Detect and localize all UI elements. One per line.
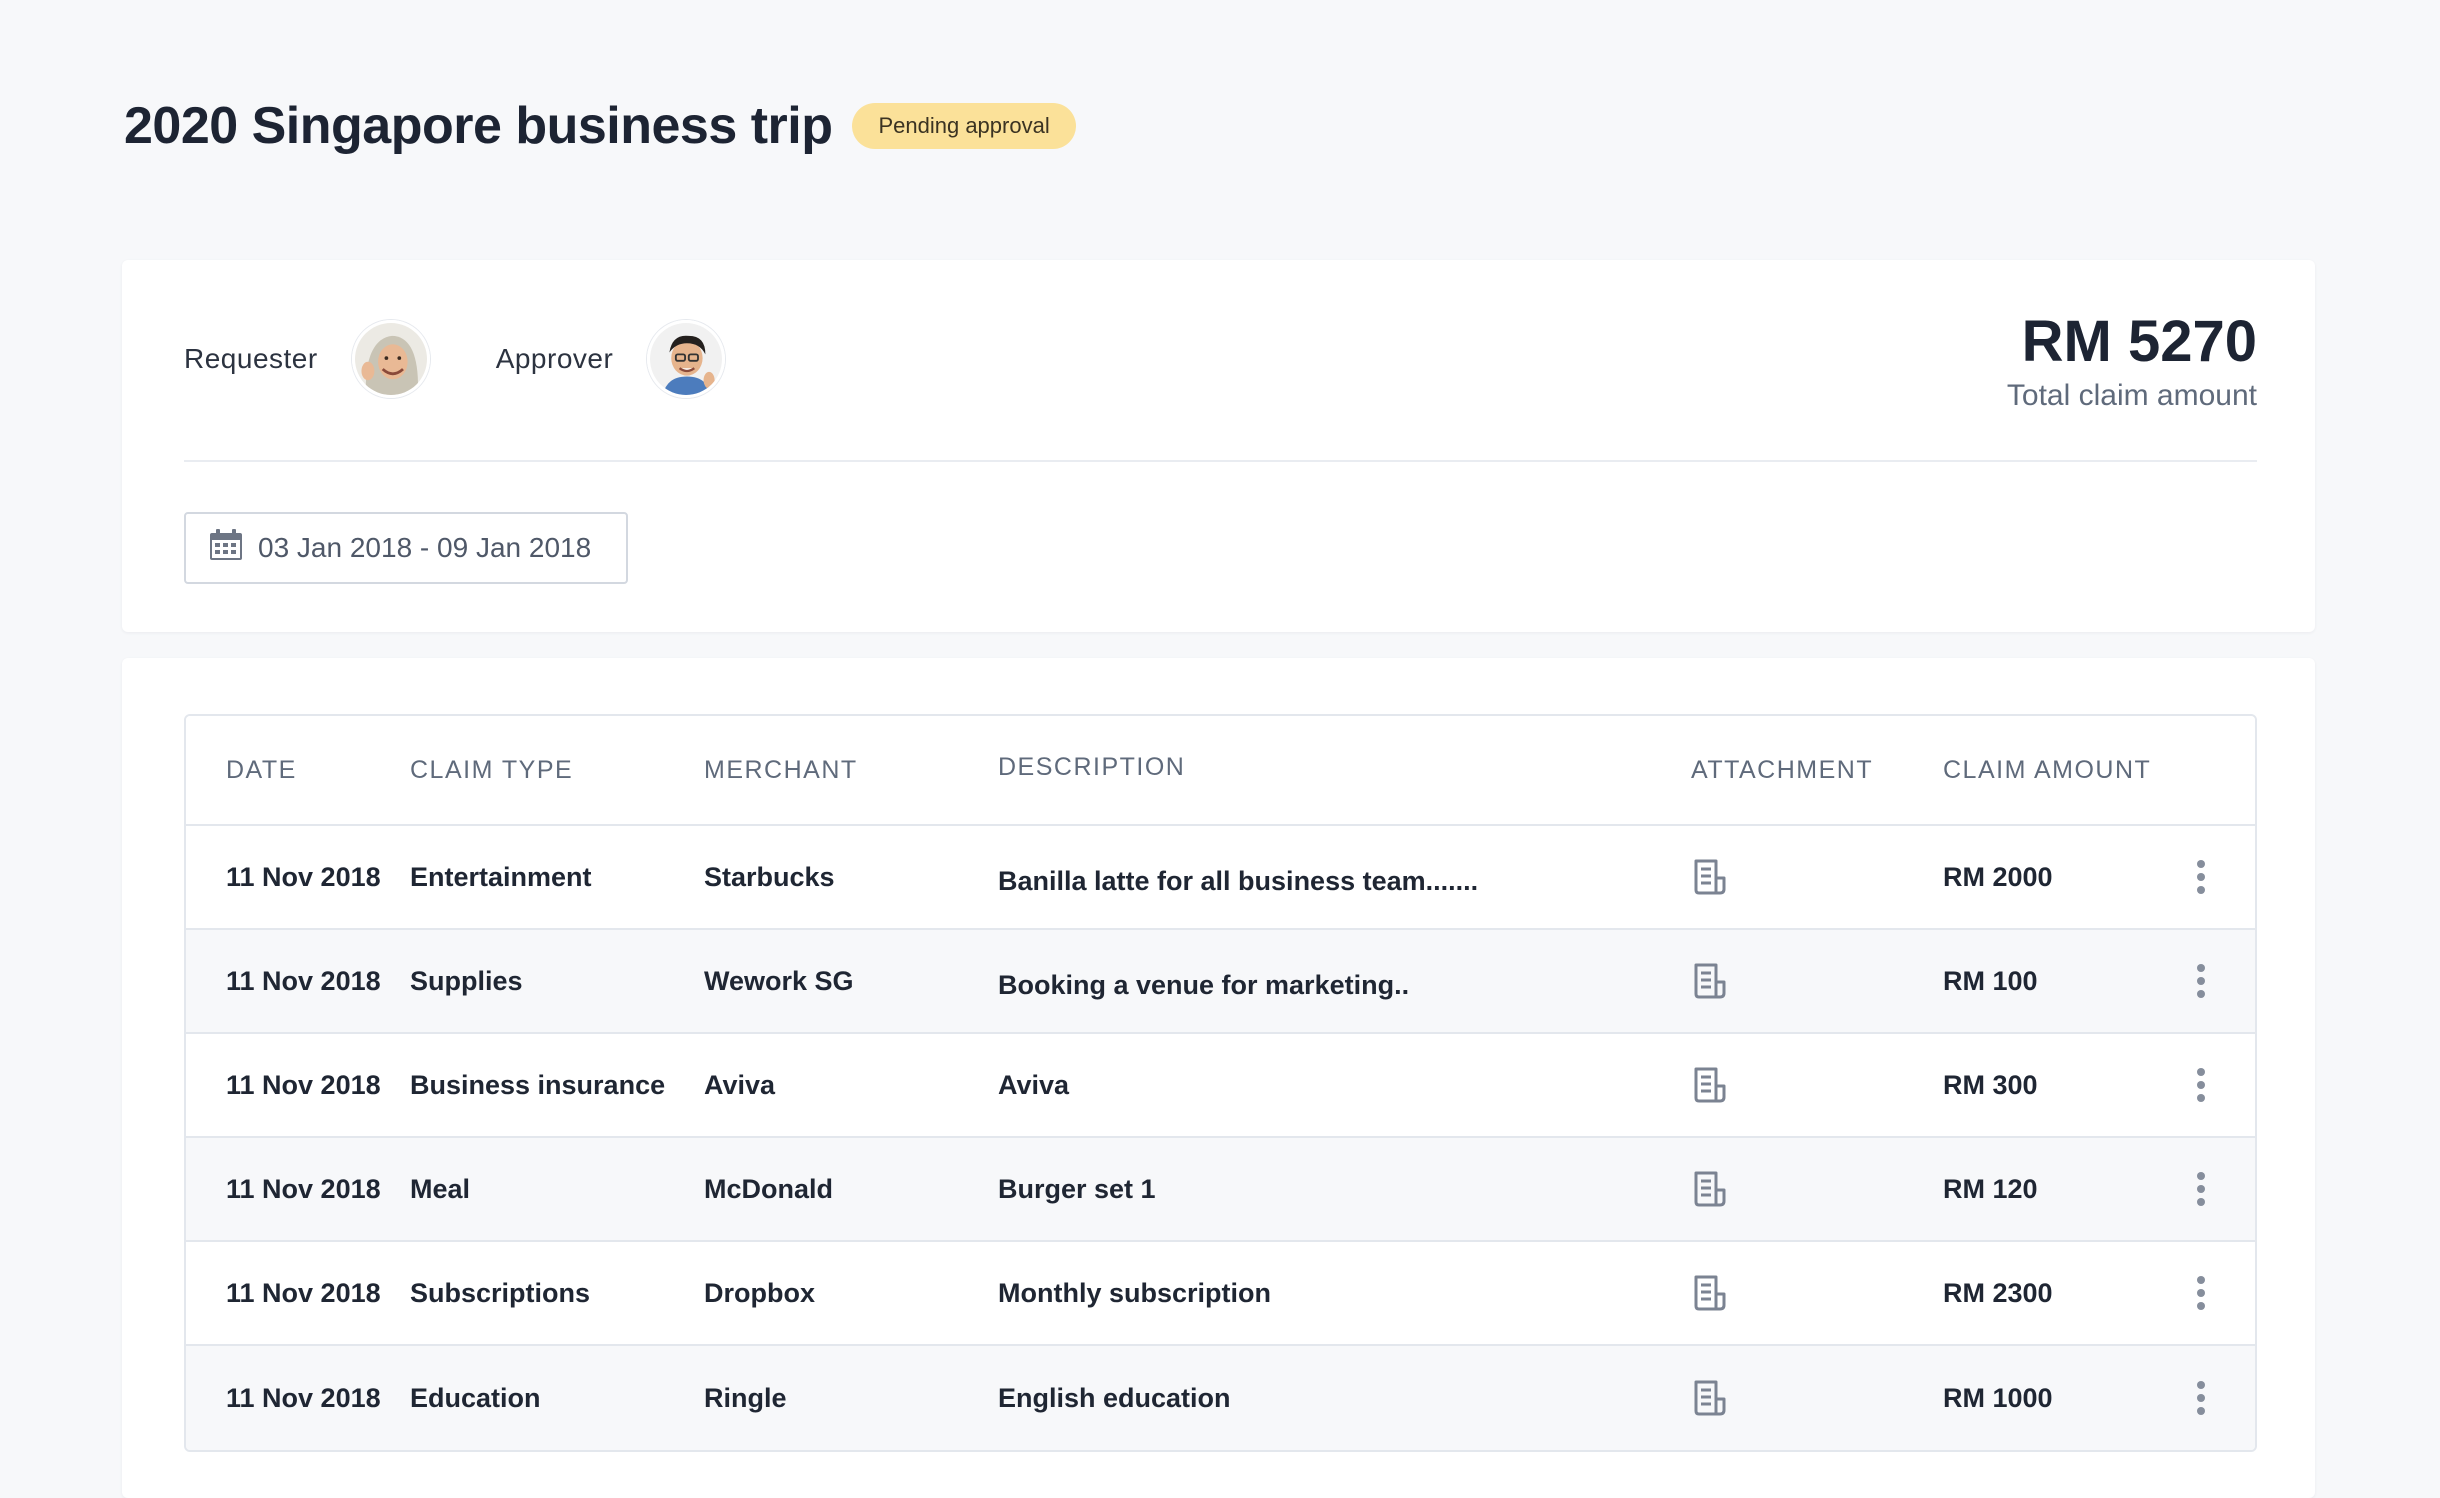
receipt-icon[interactable] — [1691, 1170, 1729, 1208]
cell-date: 11 Nov 2018 — [226, 861, 381, 892]
page-header: 2020 Singapore business trip Pending app… — [124, 96, 1076, 156]
more-vertical-icon[interactable] — [2191, 964, 2211, 998]
cell-description: English education — [998, 1382, 1231, 1413]
cell-date: 11 Nov 2018 — [226, 1069, 381, 1100]
cell-merchant: McDonald — [704, 1173, 834, 1204]
receipt-icon[interactable] — [1691, 1066, 1729, 1104]
cell-claim-amount: RM 300 — [1943, 1069, 2038, 1100]
more-vertical-icon[interactable] — [2191, 860, 2211, 894]
approver-label: Approver — [495, 343, 614, 374]
column-header-claim-type[interactable]: CLAIM TYPE — [410, 756, 573, 785]
cell-claim-type: Subscriptions — [410, 1277, 591, 1308]
claims-table: DATE CLAIM TYPE MERCHANT DESCRIPTION ATT… — [184, 714, 2257, 1452]
cell-claim-amount: RM 2000 — [1943, 861, 2053, 892]
cell-claim-type: Meal — [410, 1173, 471, 1204]
calendar-icon — [208, 528, 244, 569]
cell-merchant: Ringle — [704, 1382, 787, 1413]
requester-label: Requester — [184, 343, 318, 374]
more-vertical-icon[interactable] — [2191, 1172, 2211, 1206]
requester-avatar-image — [354, 323, 427, 395]
cell-claim-type: Supplies — [410, 965, 523, 996]
claims-card: DATE CLAIM TYPE MERCHANT DESCRIPTION ATT… — [122, 658, 2315, 1498]
table-row[interactable]: 11 Nov 2018 Business insurance Aviva Avi… — [186, 1034, 2255, 1138]
people-row: Requester Approver — [184, 320, 791, 398]
table-header: DATE CLAIM TYPE MERCHANT DESCRIPTION ATT… — [186, 716, 2255, 826]
column-header-claim-amount[interactable]: CLAIM AMOUNT — [1943, 756, 2151, 785]
cell-claim-amount: RM 1000 — [1943, 1382, 2053, 1413]
total-amount-label: Total claim amount — [2006, 379, 2257, 412]
cell-claim-type: Education — [410, 1382, 541, 1413]
cell-merchant: Starbucks — [704, 861, 835, 892]
table-row[interactable]: 11 Nov 2018 Supplies Wework SG Booking a… — [186, 930, 2255, 1034]
cell-description: Banilla latte for all business team.....… — [998, 865, 1479, 896]
status-badge: Pending approval — [852, 103, 1076, 149]
approver-avatar-image — [650, 323, 723, 395]
total-amount-block: RM 5270 Total claim amount — [2007, 308, 2257, 413]
column-header-date[interactable]: DATE — [226, 756, 297, 785]
cell-description: Booking a venue for marketing.. — [998, 969, 1410, 1000]
page-title: 2020 Singapore business trip — [124, 97, 833, 155]
receipt-icon[interactable] — [1691, 1379, 1729, 1417]
cell-description: Burger set 1 — [998, 1173, 1156, 1204]
requester-avatar[interactable] — [351, 320, 430, 398]
total-amount: RM 5270 — [2021, 309, 2257, 374]
cell-claim-amount: RM 120 — [1943, 1173, 2038, 1204]
table-row[interactable]: 11 Nov 2018 Meal McDonald Burger set 1 R… — [186, 1138, 2255, 1242]
more-vertical-icon[interactable] — [2191, 1068, 2211, 1102]
cell-claim-type: Business insurance — [410, 1069, 666, 1100]
column-header-merchant[interactable]: MERCHANT — [704, 756, 858, 785]
column-header-description[interactable]: DESCRIPTION — [998, 753, 1185, 782]
approver-avatar[interactable] — [647, 320, 726, 398]
date-range-value: 03 Jan 2018 - 09 Jan 2018 — [258, 532, 592, 563]
cell-description: Monthly subscription — [998, 1277, 1271, 1308]
receipt-icon[interactable] — [1691, 1274, 1729, 1312]
table-row[interactable]: 11 Nov 2018 Education Ringle English edu… — [186, 1346, 2255, 1450]
cell-date: 11 Nov 2018 — [226, 1382, 381, 1413]
cell-claim-type: Entertainment — [410, 861, 592, 892]
cell-merchant: Wework SG — [704, 965, 854, 996]
table-row[interactable]: 11 Nov 2018 Entertainment Starbucks Bani… — [186, 826, 2255, 930]
cell-claim-amount: RM 100 — [1943, 965, 2038, 996]
more-vertical-icon[interactable] — [2191, 1276, 2211, 1310]
table-row[interactable]: 11 Nov 2018 Subscriptions Dropbox Monthl… — [186, 1242, 2255, 1346]
cell-description: Aviva — [998, 1069, 1070, 1100]
cell-date: 11 Nov 2018 — [226, 1277, 381, 1308]
cell-date: 11 Nov 2018 — [226, 965, 381, 996]
divider — [184, 460, 2257, 462]
column-header-attachment[interactable]: ATTACHMENT — [1691, 756, 1873, 785]
date-range-picker[interactable]: 03 Jan 2018 - 09 Jan 2018 — [184, 512, 628, 584]
cell-merchant: Aviva — [704, 1069, 776, 1100]
receipt-icon[interactable] — [1691, 962, 1729, 1000]
more-vertical-icon[interactable] — [2191, 1381, 2211, 1415]
cell-claim-amount: RM 2300 — [1943, 1277, 2053, 1308]
summary-card: Requester Approver RM 5270 Total claim a… — [122, 260, 2315, 632]
cell-merchant: Dropbox — [704, 1277, 815, 1308]
cell-date: 11 Nov 2018 — [226, 1173, 381, 1204]
receipt-icon[interactable] — [1691, 858, 1729, 896]
